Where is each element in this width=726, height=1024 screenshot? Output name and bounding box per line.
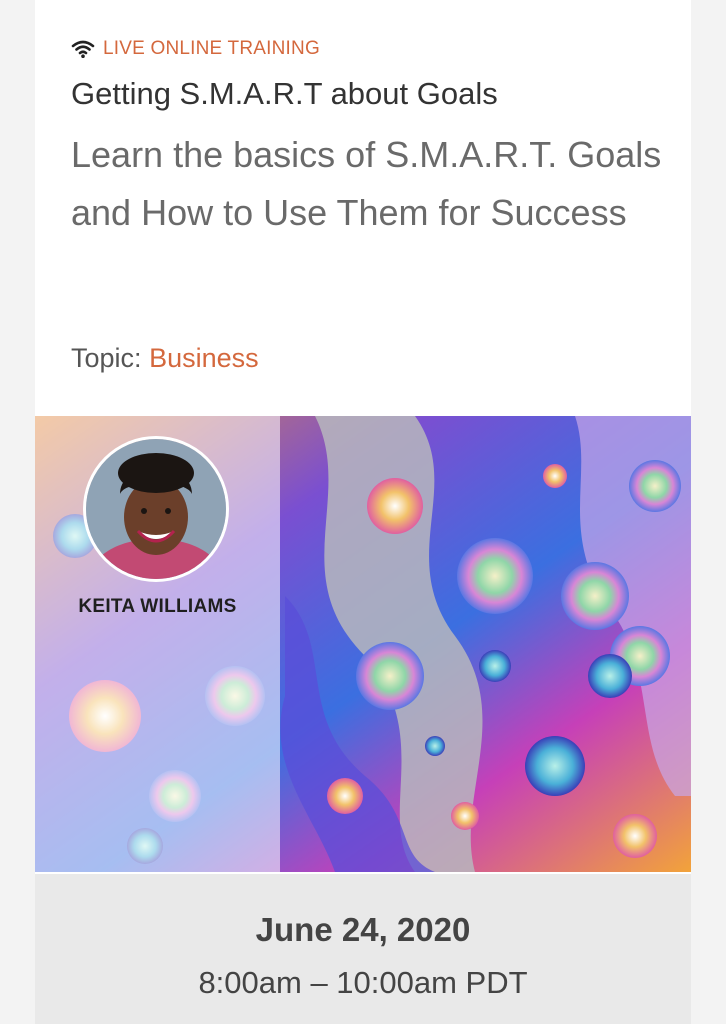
event-hero-image: KEITA WILLIAMS [35, 416, 691, 872]
topic-label: Topic: [71, 343, 142, 373]
event-subtitle: Learn the basics of S.M.A.R.T. Goals and… [71, 134, 662, 233]
event-schedule: June 24, 2020 8:00am – 10:00am PDT [35, 874, 691, 1024]
event-time: 8:00am – 10:00am PDT [198, 965, 528, 1000]
presenter-avatar [83, 436, 229, 582]
event-header: LIVE ONLINE TRAINING Getting S.M.A.R.T a… [71, 36, 671, 242]
topic-row: Topic: Business [71, 340, 259, 376]
topic-link[interactable]: Business [149, 343, 259, 373]
event-format-label: LIVE ONLINE TRAINING [103, 38, 320, 59]
wifi-icon [71, 39, 95, 59]
presenter-name: KEITA WILLIAMS [78, 596, 237, 617]
event-title: Getting S.M.A.R.T about Goals [71, 76, 498, 111]
event-format: LIVE ONLINE TRAINING [71, 36, 671, 62]
event-date: June 24, 2020 [255, 911, 471, 948]
event-card: LIVE ONLINE TRAINING Getting S.M.A.R.T a… [35, 0, 691, 1024]
